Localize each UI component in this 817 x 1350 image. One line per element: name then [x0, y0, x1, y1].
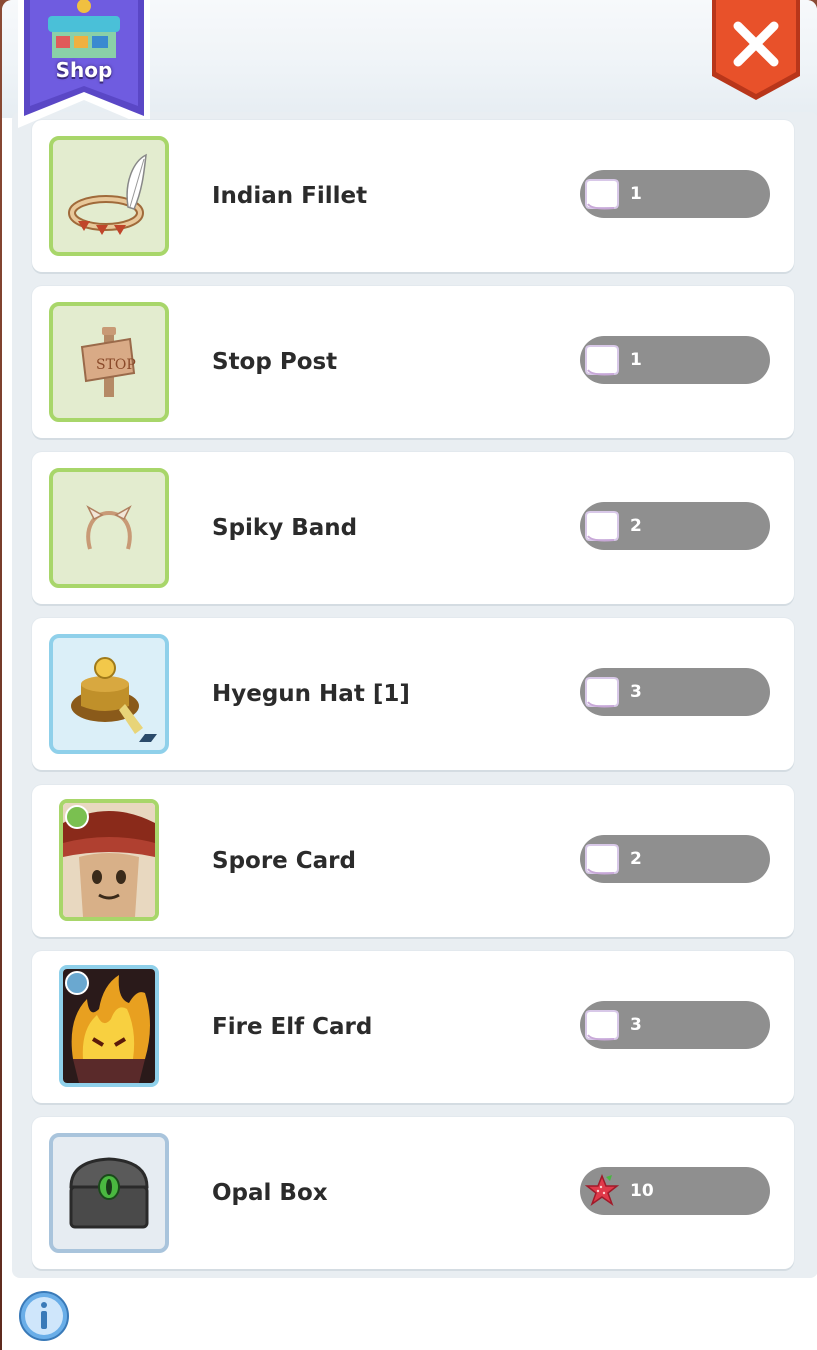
item-name: Spore Card [212, 848, 356, 874]
ticket-icon [585, 179, 619, 210]
item-icon-frame [49, 1133, 169, 1253]
ticket-icon [585, 677, 619, 708]
price-value: 10 [630, 1181, 654, 1201]
ticket-icon [585, 511, 619, 542]
price-value: 2 [630, 849, 642, 869]
price-value: 3 [630, 1015, 642, 1035]
stop-post-icon: STOP [80, 327, 136, 397]
item-icon-frame [59, 965, 159, 1087]
item-name: Indian Fillet [212, 183, 368, 209]
list-item[interactable]: STOP Stop Post 1 [32, 286, 794, 438]
ticket-icon [585, 844, 619, 875]
ticket-icon [585, 345, 619, 376]
price-button[interactable]: 3 [580, 668, 770, 716]
list-item[interactable]: Spore Card 2 [32, 785, 794, 937]
item-name: Fire Elf Card [212, 1014, 373, 1040]
list-item[interactable]: Spiky Band 2 [32, 452, 794, 604]
indian-fillet-icon [68, 153, 147, 235]
item-icon-frame [59, 799, 159, 921]
price-button[interactable]: 1 [580, 336, 770, 384]
item-icon-frame [49, 136, 169, 256]
item-name: Spiky Band [212, 515, 358, 541]
price-button[interactable]: 1 [580, 170, 770, 218]
strawberry-star-icon [584, 1173, 620, 1206]
close-icon[interactable] [708, 0, 804, 102]
price-value: 2 [630, 516, 642, 536]
spore-card-icon [63, 803, 155, 917]
svg-text:STOP: STOP [96, 357, 136, 373]
price-value: 1 [630, 184, 642, 204]
price-button[interactable]: 10 [580, 1167, 770, 1215]
fire-elf-card-icon [63, 969, 155, 1083]
list-item[interactable]: Opal Box 10 [32, 1117, 794, 1269]
info-icon[interactable] [18, 1290, 70, 1342]
list-item[interactable]: Indian Fillet 1 [32, 120, 794, 272]
item-name: Hyegun Hat [1] [212, 681, 410, 707]
price-button[interactable]: 2 [580, 502, 770, 550]
item-icon-frame [49, 634, 169, 754]
opal-box-icon [69, 1157, 149, 1229]
spiky-band-icon [86, 505, 132, 550]
hyegun-hat-icon [71, 657, 157, 742]
shop-title: Shop [55, 58, 113, 82]
price-value: 3 [630, 682, 642, 702]
item-name: Stop Post [212, 349, 338, 375]
price-value: 1 [630, 350, 642, 370]
item-icon-frame: STOP [49, 302, 169, 422]
price-button[interactable]: 3 [580, 1001, 770, 1049]
list-item[interactable]: Fire Elf Card 3 [32, 951, 794, 1103]
item-name: Opal Box [212, 1180, 328, 1206]
price-button[interactable]: 2 [580, 835, 770, 883]
item-icon-frame [49, 468, 169, 588]
list-item[interactable]: Hyegun Hat [1] 3 [32, 618, 794, 770]
ticket-icon [585, 1010, 619, 1041]
